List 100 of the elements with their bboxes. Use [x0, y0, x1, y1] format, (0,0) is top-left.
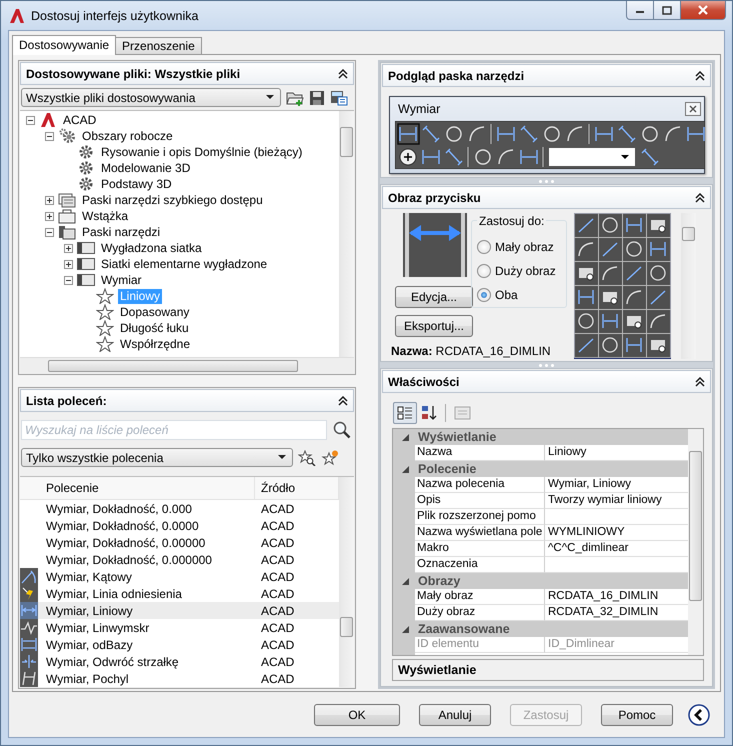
tree-item[interactable]: Modelowanie 3D	[99, 160, 192, 176]
command-row[interactable]: Wymiar, Linia odniesienia ACAD	[20, 585, 339, 602]
tree-item[interactable]: Wstążka	[80, 208, 130, 224]
expander-toggle[interactable]	[45, 196, 54, 204]
star-icon	[96, 336, 114, 352]
command-source: ACAD	[260, 570, 296, 584]
splitter-handle[interactable]	[380, 362, 713, 368]
maximize-button[interactable]	[654, 1, 681, 20]
files-dropdown[interactable]: Wszystkie pliki dostosowywania	[21, 88, 281, 107]
toolbar-icon	[77, 240, 95, 256]
expander-toggle[interactable]	[45, 228, 54, 236]
window-title: Dostosuj interfejs użytkownika	[31, 8, 198, 22]
command-row[interactable]: Wymiar, Pochyl ACAD	[20, 670, 339, 687]
dialog-button[interactable]: OK	[314, 704, 400, 726]
command-source: ACAD	[260, 536, 296, 550]
toolbar-stack-icon	[58, 224, 76, 240]
collapse-icon[interactable]	[695, 192, 705, 202]
command-row[interactable]: Wymiar, Dokładność, 0.00000 ACAD	[20, 534, 339, 551]
scrollbar[interactable]	[339, 477, 354, 687]
maximize-icon	[662, 6, 672, 14]
dialog-button[interactable]: Pomoc	[601, 704, 673, 726]
command-name: Wymiar, Dokładność, 0.0000	[45, 518, 200, 532]
collapse-icon[interactable]	[338, 68, 348, 78]
category-label[interactable]: Obrazy	[418, 574, 460, 588]
edit-button[interactable]: Edycja...	[395, 286, 473, 308]
scrollbar[interactable]	[681, 213, 696, 359]
tree-item[interactable]: Obszary robocze	[80, 128, 175, 144]
collapse-triangle-icon[interactable]	[402, 578, 409, 584]
back-icon[interactable]	[688, 704, 710, 726]
category-label[interactable]: Polecenie	[418, 462, 476, 476]
gears-icon	[58, 128, 76, 144]
command-row[interactable]: Wymiar, Odwróć strzałkę ACAD	[20, 653, 339, 670]
tree-item[interactable]: Rysowanie i opis Domyślnie (bieżący)	[99, 144, 304, 160]
scrollbar[interactable]	[688, 429, 703, 655]
property-name: Plik rozszerzonej pomo	[415, 509, 545, 525]
oblique-dimension-icon	[20, 670, 38, 687]
category-label[interactable]: Zaawansowane	[418, 622, 510, 636]
dialog-button[interactable]: Anuluj	[419, 704, 491, 726]
linear-dimension-icon	[20, 602, 38, 619]
tree-item[interactable]: Współrzędne	[118, 336, 192, 352]
panel-title: Podgląd paska narzędzi	[388, 68, 524, 82]
command-source: ACAD	[260, 672, 296, 686]
column-header[interactable]: Polecenie	[40, 477, 255, 499]
filter-dropdown[interactable]: Tylko wszystkie polecenia	[21, 448, 293, 467]
dimension-preview-drawing	[403, 213, 467, 277]
close-icon[interactable]	[685, 102, 701, 116]
collapse-triangle-icon[interactable]	[402, 434, 409, 440]
app-logo-icon	[9, 8, 25, 24]
expander-toggle[interactable]	[64, 244, 73, 252]
save-icon[interactable]	[309, 90, 325, 106]
command-row[interactable]: Wymiar, Dokładność, 0.000000 ACAD	[20, 551, 339, 568]
tab[interactable]: Dostosowywanie	[12, 35, 116, 55]
scrollbar[interactable]	[339, 111, 354, 357]
tree-item[interactable]: Wymiar	[99, 272, 144, 288]
star-new-icon[interactable]	[321, 450, 339, 466]
category-label[interactable]: Wyświetlanie	[418, 430, 496, 444]
expander-toggle[interactable]	[45, 132, 54, 140]
radio-button[interactable]	[477, 288, 491, 302]
window-list-icon[interactable]	[330, 90, 348, 106]
star-search-icon[interactable]	[298, 450, 316, 466]
command-row[interactable]: Wymiar, Dokładność, 0.0000 ACAD	[20, 517, 339, 534]
command-name: Wymiar, Linia odniesienia	[45, 586, 183, 600]
expander-toggle[interactable]	[45, 212, 54, 220]
command-name: Wymiar, Dokładność, 0.00000	[45, 536, 206, 550]
command-row[interactable]: Wymiar, Kątowy ACAD	[20, 568, 339, 585]
expander-toggle[interactable]	[26, 116, 35, 124]
collapse-triangle-icon[interactable]	[402, 626, 409, 632]
expander-toggle[interactable]	[64, 260, 73, 268]
tree-item[interactable]: ACAD	[61, 112, 98, 128]
radio-button[interactable]	[477, 264, 491, 278]
search-field[interactable]: Wyszukaj na liście poleceń	[21, 420, 327, 440]
tree-item[interactable]: Paski narzędzi	[80, 224, 162, 240]
tree-item[interactable]: Siatki elementarne wygładzone	[99, 256, 270, 272]
splitter-handle[interactable]	[380, 178, 713, 184]
collapse-triangle-icon[interactable]	[402, 466, 409, 472]
tree-item[interactable]: Wygładzona siatka	[99, 240, 204, 256]
close-button[interactable]	[681, 1, 726, 20]
export-button[interactable]: Eksportuj...	[395, 315, 473, 337]
expander-toggle[interactable]	[64, 276, 73, 284]
tree-item[interactable]: Podstawy 3D	[99, 176, 174, 192]
collapse-icon[interactable]	[338, 396, 348, 406]
command-row[interactable]: Wymiar, Dokładność, 0.000 ACAD	[20, 500, 339, 517]
tree-item[interactable]: Długość łuku	[118, 320, 191, 336]
scrollbar[interactable]	[20, 357, 354, 373]
minimize-button[interactable]	[626, 1, 654, 20]
collapse-icon[interactable]	[695, 376, 705, 386]
command-row[interactable]: Wymiar, Linwymskr ACAD	[20, 619, 339, 636]
command-row[interactable]: Wymiar, Liniowy ACAD	[20, 602, 339, 619]
tree-item[interactable]: Paski narzędzi szybkiego dostępu	[80, 192, 265, 208]
command-source: ACAD	[260, 654, 296, 668]
tree-item[interactable]: Dopasowany	[118, 304, 192, 320]
tab[interactable]: Przenoszenie	[115, 37, 202, 54]
gear-icon	[77, 160, 95, 176]
open-folder-icon[interactable]	[286, 90, 304, 106]
collapse-icon[interactable]	[695, 70, 705, 80]
search-icon[interactable]	[333, 421, 351, 439]
categorized-view-icon[interactable]	[393, 402, 417, 424]
radio-button[interactable]	[477, 240, 491, 254]
command-row[interactable]: Wymiar, odBazy ACAD	[20, 636, 339, 653]
panel-title: Obraz przycisku	[388, 190, 481, 204]
